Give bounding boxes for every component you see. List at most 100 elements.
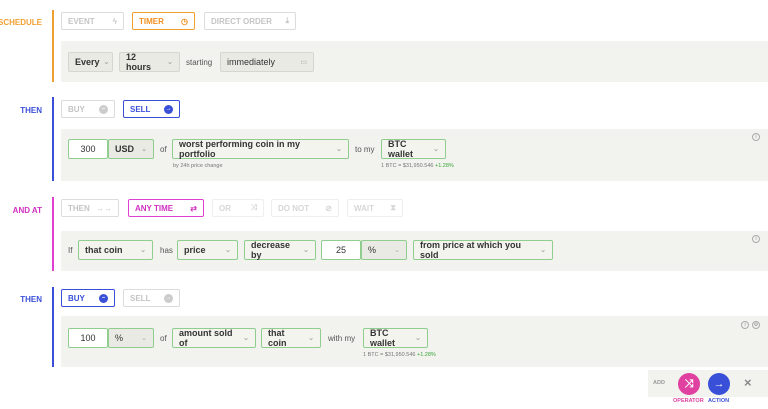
option-then-label: THEN [68,203,90,213]
option-or-label: OR [219,203,231,213]
every-value: Every [75,57,100,67]
sell-icon: → [164,293,173,303]
with-my-text: with my [328,334,356,343]
option-do-not[interactable]: DO NOT ⊘ [271,199,339,217]
option-buy-label: BUY [68,104,85,114]
option-then[interactable]: THEN →→ [61,199,119,217]
option-wait[interactable]: WAIT ⧗ [347,199,403,217]
option-sell-label: SELL [130,104,151,114]
chevron-down-icon: ⌄ [103,59,110,66]
unit-select[interactable]: % ⌄ [361,240,407,260]
wallet-value-2: BTC wallet [370,328,396,348]
operator-button[interactable]: ⤨ [678,373,700,395]
option-buy[interactable]: BUY – [61,100,115,118]
wallet-select[interactable]: BTC wallet ⌄ [381,139,446,159]
chevron-down-icon: ⌄ [140,247,146,254]
andat-label: AND AT [12,206,42,215]
amount-input[interactable]: 300 [68,139,108,159]
start-value: immediately [227,57,276,67]
add-label: ADD [653,380,665,386]
option-or[interactable]: OR ⤨ [212,199,264,217]
amount-input-2[interactable]: 100 [68,328,108,348]
chevron-down-icon: ⌄ [243,335,249,342]
of-text-2: of [160,334,167,343]
metric-select[interactable]: price ⌄ [177,240,238,260]
interval-select[interactable]: 12 hours ⌄ [119,52,180,72]
option-event[interactable]: EVENT ϟ [61,12,124,30]
option-timer-label: TIMER [139,16,164,26]
reference-select[interactable]: from price at which you sold ⌄ [413,240,553,260]
option-sell-2-label: SELL [130,293,151,303]
wallet-value: BTC wallet [388,139,414,159]
lightning-icon: ϟ [112,16,117,26]
every-select[interactable]: Every ⌄ [68,52,113,72]
option-buy-2-label: BUY [68,293,85,303]
shuffle-icon: ⤨ [250,203,257,212]
unit-select-2[interactable]: % ⌄ [108,328,154,348]
change-number: 25 [335,245,346,255]
wallet-price: 1 BTC = $31,950.546 [381,163,434,169]
settings-icon[interactable]: ⚙ [752,321,760,329]
subject-select-2[interactable]: that coin ⌄ [261,328,321,348]
reference-value: from price at which you sold [420,240,522,260]
chevron-down-icon: ⌄ [167,59,173,66]
measure-select[interactable]: amount sold of ⌄ [172,328,256,348]
option-any-time[interactable]: ANY TIME ⇄ [128,199,204,217]
then2-label: THEN [20,295,42,304]
option-buy-2[interactable]: BUY – [61,289,115,307]
option-direct-order[interactable]: DIRECT ORDER ⤓ [204,12,296,30]
download-icon: ⤓ [285,16,289,25]
arrow-right-icon: →→ [96,203,112,213]
andat-bar [52,197,54,271]
unit-value-2: % [115,333,124,343]
wallet-subtext: 1 BTC = $31,950.546 +1.28% [381,163,454,169]
interval-value: 12 hours [126,52,152,72]
change-select[interactable]: decrease by ⌄ [244,240,316,260]
chevron-down-icon: ⌄ [303,247,309,254]
then1-bar [52,97,54,181]
option-sell-2[interactable]: SELL → [123,289,180,307]
info-icon[interactable]: i [752,235,760,243]
buy-icon: – [99,293,108,303]
currency-select[interactable]: USD ⌄ [108,139,154,159]
option-event-label: EVENT [68,16,95,26]
subject-value: that coin [85,245,123,255]
subject-value-2: that coin [268,328,287,348]
wallet-change: +1.28% [434,163,454,169]
wallet-select-2[interactable]: BTC wallet ⌄ [363,328,428,348]
block-icon: ⊘ [325,203,332,213]
then1-label: THEN [20,106,42,115]
target-select[interactable]: worst performing coin in my portfolio ⌄ [172,139,349,159]
chevron-down-icon: ⌄ [225,247,231,254]
clock-icon: ◷ [181,16,188,26]
chevron-down-icon: ⌄ [141,335,147,342]
measure-value: amount sold of [179,328,233,348]
target-value: worst performing coin in my portfolio [179,139,301,159]
subject-select[interactable]: that coin ⌄ [78,240,153,260]
option-sell[interactable]: SELL → [123,100,180,118]
schedule-bar [52,10,54,82]
start-date-picker[interactable]: immediately ▭ [220,52,314,72]
then2-bar [52,287,54,367]
wallet-subtext-2: 1 BTC = $31,950.546 +1.28% [363,352,436,358]
info-icon[interactable]: i [752,133,760,141]
amount-value-2: 100 [80,333,96,343]
chevron-down-icon: ⌄ [433,146,439,153]
action-label: ACTION [708,398,730,404]
wallet-change-2: +1.28% [416,352,436,358]
sell-icon: → [164,104,173,114]
change-value-input[interactable]: 25 [321,240,361,260]
info-icon[interactable]: i [741,321,749,329]
if-text: If [68,246,73,255]
change-value: decrease by [251,240,291,260]
currency-value: USD [115,144,135,154]
chevron-down-icon: ⌄ [540,247,546,254]
option-timer[interactable]: TIMER ◷ [132,12,195,30]
calendar-icon: ▭ [300,59,307,66]
buy-icon: – [99,104,108,114]
action-button[interactable]: → [708,373,730,395]
option-do-not-label: DO NOT [278,203,310,213]
close-icon[interactable]: × [744,375,752,390]
metric-value: price [184,245,206,255]
wallet-price-2: 1 BTC = $31,950.546 [363,352,416,358]
